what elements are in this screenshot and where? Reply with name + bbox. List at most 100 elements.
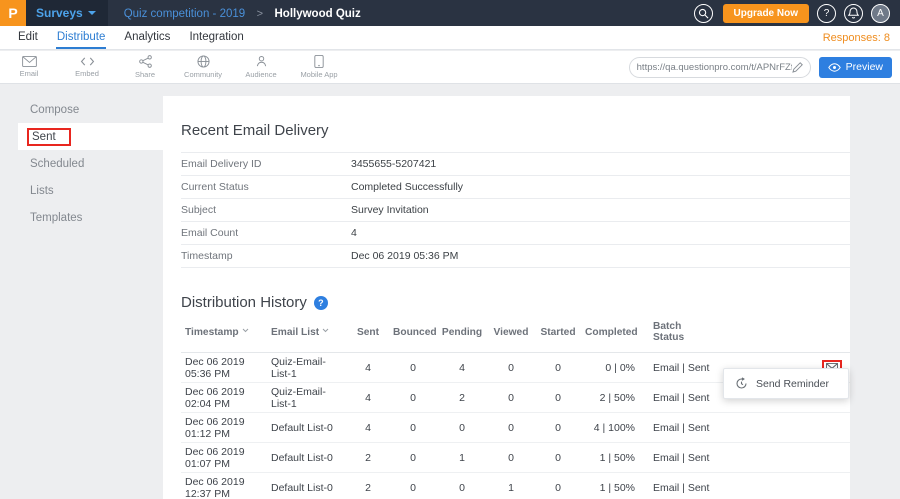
cell-sent: 2	[347, 473, 389, 499]
cell-pending: 4	[437, 353, 487, 383]
toolbar-item-email[interactable]: Email	[0, 56, 58, 78]
toolbar-label: Mobile App	[300, 70, 337, 79]
sidebar-item-templates[interactable]: Templates	[18, 204, 163, 231]
cell-timestamp: Dec 06 2019 02:04 PM	[181, 383, 267, 413]
cell-started: 0	[535, 413, 581, 443]
sort-chevron-icon	[322, 328, 329, 333]
responses-count[interactable]: Responses: 8	[823, 32, 890, 44]
recent-email-delivery-section: Recent Email Delivery Email Delivery ID …	[181, 96, 850, 268]
cell-bounced: 0	[389, 353, 437, 383]
topbar: P Surveys Quiz competition - 2019 > Holl…	[0, 0, 900, 26]
sidebar-item-lists[interactable]: Lists	[18, 177, 163, 204]
toolbar-item-community[interactable]: Community	[174, 55, 232, 79]
email-icon	[22, 56, 37, 67]
cell-started: 0	[535, 473, 581, 499]
cell-pending: 0	[437, 413, 487, 443]
distribute-sidebar: Compose Sent Scheduled Lists Templates	[18, 96, 163, 231]
share-icon	[139, 55, 152, 68]
cell-sent: 4	[347, 413, 389, 443]
cell-started: 0	[535, 383, 581, 413]
delivery-detail-row: Email Count 4	[181, 222, 850, 245]
sidebar-label: Compose	[30, 104, 79, 116]
cell-bounced: 0	[389, 383, 437, 413]
cell-completed: 1 | 50%	[581, 443, 639, 473]
delivery-detail-row: Email Delivery ID 3455655-5207421	[181, 153, 850, 176]
tab-distribute[interactable]: Distribute	[56, 26, 107, 49]
cell-actions	[729, 443, 850, 473]
cell-email-list: Quiz-Email-List-1	[267, 383, 347, 413]
history-table-header: Timestamp Email List Sent Bounced Pendin…	[181, 315, 850, 353]
col-completed: Completed	[581, 315, 639, 353]
delivery-detail-value: Dec 06 2019 05:36 PM	[351, 250, 458, 262]
toolbar-item-share[interactable]: Share	[116, 55, 174, 79]
help-button[interactable]: ?	[817, 4, 836, 23]
sidebar-label: Sent	[27, 128, 71, 146]
preview-label: Preview	[846, 61, 883, 73]
cell-actions	[729, 473, 850, 499]
sort-chevron-icon	[242, 328, 249, 333]
tab-analytics[interactable]: Analytics	[123, 26, 171, 49]
reminder-clock-icon	[735, 377, 748, 390]
cell-sent: 4	[347, 353, 389, 383]
col-sent: Sent	[347, 315, 389, 353]
sidebar-item-sent[interactable]: Sent	[18, 123, 163, 150]
questionpro-logo[interactable]: P	[0, 0, 26, 26]
sidebar-label: Templates	[30, 212, 82, 224]
edit-pencil-icon[interactable]	[792, 62, 803, 73]
help-badge-icon[interactable]: ?	[314, 296, 328, 310]
search-button[interactable]	[694, 4, 713, 23]
col-pending: Pending	[437, 315, 487, 353]
surveys-label: Surveys	[36, 6, 83, 20]
toolbar-label: Embed	[75, 69, 99, 78]
col-batch-status: Batch Status	[639, 315, 729, 353]
cell-batch-status: Email | Sent	[639, 353, 729, 383]
col-email-list[interactable]: Email List	[267, 315, 347, 353]
distribution-history-title: Distribution History	[181, 294, 307, 311]
cell-started: 0	[535, 353, 581, 383]
breadcrumb-parent-link[interactable]: Quiz competition - 2019	[124, 8, 245, 20]
history-row: Dec 06 2019 01:07 PM Default List-0 2 0 …	[181, 443, 850, 473]
cell-email-list: Default List-0	[267, 413, 347, 443]
toolbar-item-mobile-app[interactable]: Mobile App	[290, 55, 348, 79]
toolbar-item-embed[interactable]: Embed	[58, 56, 116, 78]
cell-actions	[729, 413, 850, 443]
cell-email-list: Default List-0	[267, 443, 347, 473]
delivery-detail-row: Subject Survey Invitation	[181, 199, 850, 222]
cell-timestamp: Dec 06 2019 12:37 PM	[181, 473, 267, 499]
cell-completed: 4 | 100%	[581, 413, 639, 443]
delivery-detail-value: Survey Invitation	[351, 204, 429, 216]
chevron-down-icon	[88, 11, 96, 15]
community-globe-icon	[197, 55, 210, 68]
notifications-button[interactable]	[844, 4, 863, 23]
toolbar-item-audience[interactable]: Audience	[232, 55, 290, 79]
col-started: Started	[535, 315, 581, 353]
sidebar-item-scheduled[interactable]: Scheduled	[18, 150, 163, 177]
bell-icon	[848, 7, 859, 19]
toolbar-label: Share	[135, 70, 155, 79]
cell-batch-status: Email | Sent	[639, 473, 729, 499]
delivery-detail-row: Current Status Completed Successfully	[181, 176, 850, 199]
mobile-phone-icon	[314, 55, 324, 68]
distribute-toolbar: Email Embed Share Community Audience	[0, 51, 900, 84]
tab-integration[interactable]: Integration	[188, 26, 244, 49]
distribution-history-header: Distribution History ?	[181, 294, 850, 311]
cell-timestamp: Dec 06 2019 01:12 PM	[181, 413, 267, 443]
survey-url-input[interactable]	[637, 62, 792, 73]
cell-viewed: 1	[487, 473, 535, 499]
delivery-detail-label: Timestamp	[181, 250, 351, 262]
toolbar-label: Community	[184, 70, 222, 79]
upgrade-now-button[interactable]: Upgrade Now	[723, 4, 809, 23]
send-reminder-menu-item[interactable]: Send Reminder	[724, 369, 848, 398]
sidebar-item-compose[interactable]: Compose	[18, 96, 163, 123]
cell-viewed: 0	[487, 383, 535, 413]
surveys-dropdown[interactable]: Surveys	[36, 6, 96, 20]
topbar-right-section: Quiz competition - 2019 > Hollywood Quiz…	[108, 0, 900, 26]
delivery-detail-label: Email Delivery ID	[181, 158, 351, 170]
col-timestamp[interactable]: Timestamp	[181, 315, 267, 353]
content-area: Compose Sent Scheduled Lists Templates R…	[0, 84, 900, 499]
tab-edit[interactable]: Edit	[17, 26, 39, 49]
cell-email-list: Default List-0	[267, 473, 347, 499]
toolbar-label: Email	[20, 69, 39, 78]
avatar[interactable]: A	[871, 4, 890, 23]
preview-button[interactable]: Preview	[819, 57, 892, 78]
